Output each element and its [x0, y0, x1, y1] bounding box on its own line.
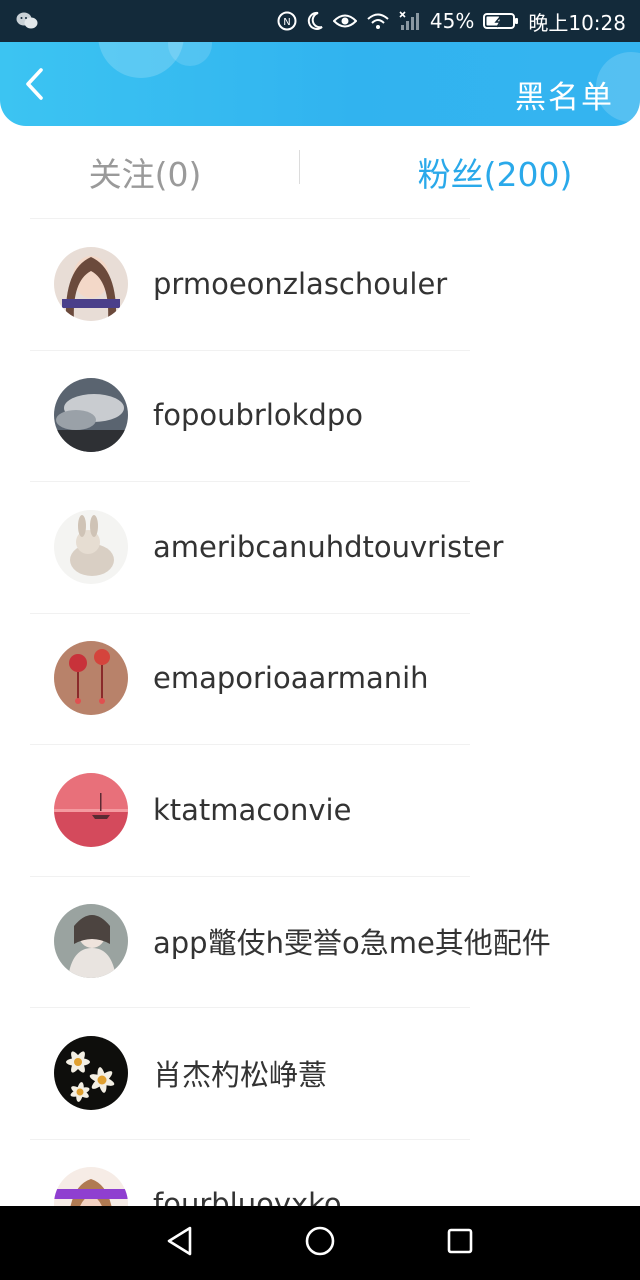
back-button[interactable] [14, 66, 54, 106]
avatar[interactable] [54, 246, 128, 321]
tab-fans[interactable]: 粉丝(200) [320, 148, 640, 196]
avatar[interactable] [54, 772, 128, 847]
list-item[interactable]: app鼈伎h雯誉o急me其他配件 [0, 875, 640, 1008]
system-nav-bar [0, 1206, 640, 1280]
username[interactable]: fopoubrlokdpo [153, 398, 363, 432]
divider [30, 349, 470, 351]
tab-bar: 关注(0) 粉丝(200) [0, 126, 640, 218]
divider [30, 875, 470, 877]
wifi-icon [366, 11, 390, 31]
wechat-icon [16, 11, 38, 31]
username[interactable]: prmoeonzlaschouler [153, 267, 447, 301]
status-bar: N 45% 晚上10:28 [0, 0, 640, 42]
blacklist-button[interactable]: 黑名单 [515, 72, 614, 117]
divider [30, 612, 470, 614]
username[interactable]: emaporioaarmanih [153, 661, 429, 695]
username[interactable]: fourbluoyxko [153, 1187, 342, 1206]
divider [30, 218, 470, 219]
avatar[interactable] [54, 904, 128, 979]
avatar[interactable] [54, 1035, 128, 1110]
avatar[interactable] [54, 509, 128, 584]
fans-list: prmoeonzlaschouler fopoubrlokdpo ameribc… [0, 218, 640, 1206]
home-circle-icon [304, 1225, 336, 1261]
username[interactable]: 肖杰杓松峥薏 [153, 1052, 327, 1094]
tab-divider [299, 150, 300, 184]
clock: 晚上10:28 [528, 10, 626, 35]
decor-bubble [168, 42, 212, 66]
list-item[interactable]: fourbluoyxko [0, 1138, 640, 1206]
list-item[interactable]: fopoubrlokdpo [0, 349, 640, 482]
tab-following[interactable]: 关注(0) [0, 148, 320, 196]
nav-home-button[interactable] [290, 1213, 350, 1273]
divider [30, 481, 470, 482]
avatar[interactable] [54, 378, 128, 453]
nav-back-button[interactable] [150, 1213, 210, 1273]
avatar[interactable] [54, 1167, 128, 1206]
signal-icon [399, 11, 421, 31]
header-bar: 黑名单 [0, 42, 640, 126]
list-item[interactable]: emaporioaarmanih [0, 612, 640, 745]
list-item[interactable]: ktatmaconvie [0, 744, 640, 876]
moon-icon [306, 11, 324, 31]
back-triangle-icon [165, 1225, 195, 1261]
nfc-icon: N [277, 11, 297, 31]
svg-text:N: N [283, 17, 290, 28]
divider [30, 744, 470, 745]
username[interactable]: app鼈伎h雯誉o急me其他配件 [153, 920, 551, 962]
battery-percent: 45% [429, 9, 475, 33]
nav-recents-button[interactable] [430, 1213, 490, 1273]
list-item[interactable]: ameribcanuhdtouvrister [0, 481, 640, 613]
recents-square-icon [446, 1227, 474, 1259]
divider [30, 1138, 470, 1140]
chevron-left-icon [23, 67, 45, 105]
battery-icon [483, 12, 519, 30]
divider [30, 1007, 470, 1008]
username[interactable]: ktatmaconvie [153, 793, 351, 827]
list-item[interactable]: 肖杰杓松峥薏 [0, 1007, 640, 1139]
username[interactable]: ameribcanuhdtouvrister [153, 530, 503, 564]
eye-icon [332, 12, 357, 30]
list-item[interactable]: prmoeonzlaschouler [0, 218, 640, 350]
avatar[interactable] [54, 641, 128, 716]
